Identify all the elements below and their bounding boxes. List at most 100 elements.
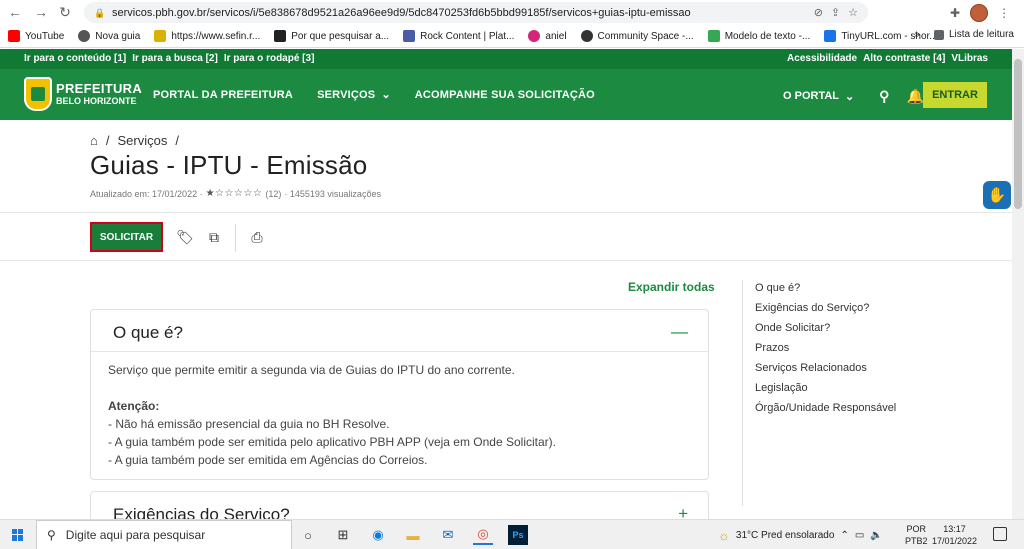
search-icon[interactable]: ⚲ (876, 88, 892, 104)
browser-toolbar: ← → ↻ 🔒 servicos.pbh.gov.br/servicos/i/5… (0, 0, 1024, 25)
bookmark-por-que[interactable]: Por que pesquisar a... (274, 30, 389, 42)
divider (0, 212, 1012, 213)
bookmark-rock-content[interactable]: Rock Content | Plat... (403, 30, 514, 42)
task-view-icon[interactable]: ⊞ (333, 525, 353, 545)
side-nav-item[interactable]: Órgão/Unidade Responsável (755, 402, 896, 422)
accessibility-link[interactable]: Acessibilidade (787, 53, 857, 64)
entrar-button[interactable]: ENTRAR (923, 82, 987, 108)
bookmark-modelo[interactable]: Modelo de texto -... (707, 30, 810, 42)
skip-to-footer[interactable]: Ir para o rodapé [3] (224, 53, 315, 64)
extensions-area: ✚ ⋮ (950, 2, 1010, 23)
accordion-title[interactable]: O que é? (113, 323, 183, 343)
prefeitura-logo[interactable]: PREFEITURA BELO HORIZONTE (24, 77, 142, 111)
chrome-icon[interactable]: ◎ (473, 525, 493, 545)
battery-icon[interactable]: ▭ (855, 530, 864, 541)
bookmark-community[interactable]: Community Space -... (580, 30, 694, 42)
bell-icon[interactable]: 🔔 (907, 88, 924, 104)
share-icon[interactable]: ⇪ (831, 6, 840, 19)
globe-icon (78, 30, 91, 42)
rating-stars[interactable]: ★☆☆☆☆☆ (206, 188, 263, 199)
url-text: servicos.pbh.gov.br/servicos/i/5e838678d… (112, 6, 691, 19)
chevron-down-icon: ⌄ (381, 89, 391, 101)
menu-dots-icon[interactable]: ⋮ (998, 6, 1010, 20)
expand-all-link[interactable]: Expandir todas (628, 280, 715, 294)
page-meta: Atualizado em: 17/01/2022 · ★☆☆☆☆☆ (12) … (90, 188, 381, 199)
mail-icon[interactable]: ✉ (438, 525, 458, 545)
taskbar-clock[interactable]: 13:17 17/01/2022 (932, 523, 977, 547)
bookmarks-bar: YouTube Nova guia https://www.sefin.r...… (0, 25, 1024, 48)
main-nav: PORTAL DA PREFEITURA SERVIÇOS ⌄ ACOMPANHE… (153, 88, 595, 102)
scrollbar-thumb[interactable] (1014, 59, 1022, 209)
reading-list-icon (933, 29, 944, 40)
language-indicator[interactable]: POR PTB2 (905, 523, 928, 547)
more-bookmarks[interactable]: » (914, 29, 920, 40)
cortana-icon[interactable]: ○ (298, 525, 318, 545)
bookmark-youtube[interactable]: YouTube (8, 30, 64, 42)
site-icon (824, 30, 837, 42)
print-icon[interactable]: ⎙ (249, 228, 265, 246)
site-icon (528, 30, 541, 42)
high-contrast-link[interactable]: Alto contraste [4] (863, 53, 945, 64)
bookmark-nova-guia[interactable]: Nova guia (78, 30, 140, 42)
tray-chevron-icon[interactable]: ⌃ (840, 530, 848, 541)
reading-list[interactable]: Lista de leitura (933, 29, 1014, 40)
site-icon (403, 30, 416, 42)
taskbar-search[interactable]: ⚲ Digite aqui para pesquisar (36, 520, 292, 549)
bookmarks-right: » Lista de leitura (914, 29, 1014, 40)
home-icon[interactable]: ⌂ (90, 133, 98, 148)
search-icon: ⚲ (47, 528, 56, 542)
windows-taskbar: ⚲ Digite aqui para pesquisar ○ ⊞ ◉ ▬ ✉ ◎… (0, 519, 1024, 549)
nav-acompanhe[interactable]: ACOMPANHE SUA SOLICITAÇÃO (415, 88, 595, 101)
side-nav-item[interactable]: Serviços Relacionados (755, 362, 896, 382)
breadcrumb: ⌂ / Serviços / (90, 133, 179, 148)
side-nav-line (742, 280, 743, 506)
solicitar-button[interactable]: SOLICITAR (90, 222, 163, 252)
side-nav-item[interactable]: O que é? (755, 282, 896, 302)
profile-avatar[interactable] (970, 3, 989, 22)
bookmark-aniel[interactable]: aniel (528, 30, 567, 42)
edge-icon[interactable]: ◉ (368, 525, 388, 545)
coat-of-arms-icon (24, 77, 52, 111)
side-nav-item[interactable]: Onde Solicitar? (755, 322, 896, 342)
photoshop-icon[interactable]: Ps (508, 525, 528, 545)
bookmark-sefin[interactable]: https://www.sefin.r... (154, 30, 260, 42)
accessibility-bar: Ir para o conteúdo [1] Ir para a busca [… (0, 49, 1012, 69)
o-portal-menu[interactable]: O PORTAL ⌄ (783, 90, 854, 103)
vlibras-link[interactable]: VLibras (951, 53, 988, 64)
site-icon (154, 30, 167, 42)
file-explorer-icon[interactable]: ▬ (403, 525, 423, 545)
site-icon (274, 30, 287, 42)
breadcrumb-servicos[interactable]: Serviços (117, 133, 167, 148)
taskbar-apps: ○ ⊞ ◉ ▬ ✉ ◎ Ps (298, 520, 528, 549)
notification-icon[interactable] (993, 527, 1007, 541)
puzzle-icon[interactable]: ✚ (950, 6, 960, 20)
divider (91, 351, 708, 352)
reload-icon[interactable]: ↻ (54, 1, 76, 23)
weather-text[interactable]: 31°C Pred ensolarado (736, 530, 835, 541)
nav-portal[interactable]: PORTAL DA PREFEITURA (153, 88, 293, 101)
side-nav-item[interactable]: Prazos (755, 342, 896, 362)
accordion-body: Serviço que permite emitir a segunda via… (108, 363, 557, 467)
chevron-down-icon: ⌄ (845, 90, 855, 103)
page-scrollbar[interactable] (1012, 49, 1024, 519)
weather-icon: ☼ (718, 527, 730, 543)
skip-to-search[interactable]: Ir para a busca [2] (132, 53, 218, 64)
skip-to-content[interactable]: Ir para o conteúdo [1] (24, 53, 126, 64)
site-icon (580, 30, 593, 42)
bookmark-icon[interactable]: 🏷 (176, 228, 194, 246)
side-nav: O que é? Exigências do Serviço? Onde Sol… (755, 282, 896, 422)
blocked-icon[interactable]: ⊘ (814, 6, 823, 19)
vlibras-hands-icon[interactable]: ✋ (983, 181, 1011, 209)
nav-servicos[interactable]: SERVIÇOS ⌄ (317, 88, 391, 102)
share-icon[interactable]: ⧉ (206, 228, 222, 246)
forward-icon[interactable]: → (30, 1, 52, 23)
star-icon[interactable]: ☆ (848, 6, 858, 19)
side-nav-item[interactable]: Legislação (755, 382, 896, 402)
speaker-icon[interactable]: 🔈 (870, 530, 882, 541)
site-header: PREFEITURA BELO HORIZONTE PORTAL DA PREF… (0, 69, 1012, 120)
back-icon[interactable]: ← (4, 1, 26, 23)
address-bar[interactable]: 🔒 servicos.pbh.gov.br/servicos/i/5e83867… (84, 2, 868, 23)
start-button[interactable] (0, 520, 36, 549)
side-nav-item[interactable]: Exigências do Serviço? (755, 302, 896, 322)
collapse-icon[interactable]: — (671, 322, 688, 342)
